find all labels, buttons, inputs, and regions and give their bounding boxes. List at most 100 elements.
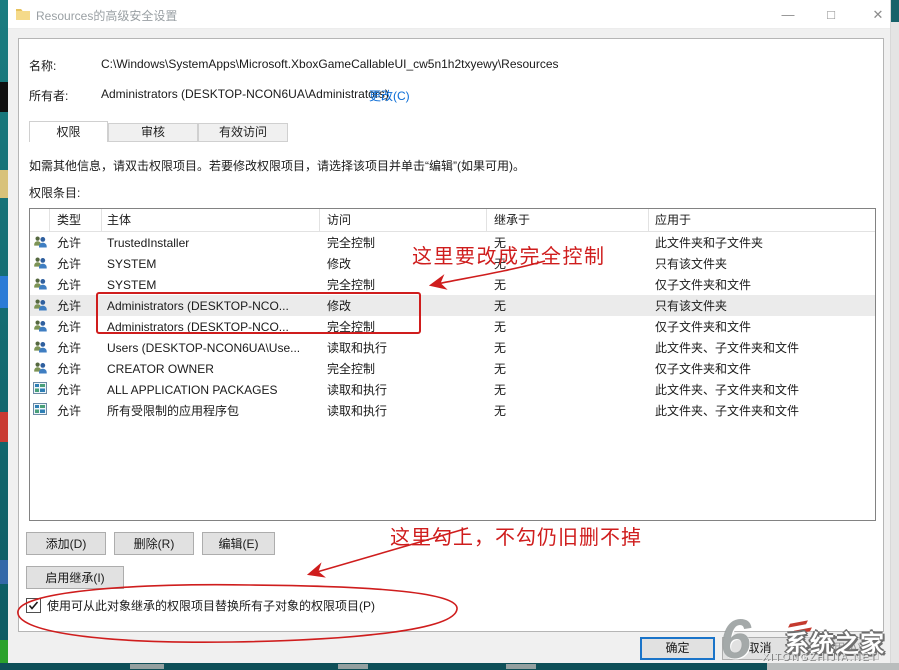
cell-principal: 所有受限制的应用程序包 [102, 402, 320, 419]
users-icon [30, 319, 50, 335]
cell-type: 允许 [50, 297, 102, 314]
list-header: 类型 主体 访问 继承于 应用于 [30, 209, 875, 232]
desktop-icon-fragment [0, 560, 8, 584]
security-panel: 名称: C:\Windows\SystemApps\Microsoft.Xbox… [18, 38, 884, 632]
cell-applies: 此文件夹、子文件夹和文件 [649, 402, 875, 419]
desktop-icon-fragment [0, 170, 8, 198]
replace-permissions-label[interactable]: 使用可从此对象继承的权限项目替换所有子对象的权限项目(P) [47, 597, 375, 614]
tab-effective-access[interactable]: 有效访问 [198, 123, 288, 142]
replace-permissions-checkbox[interactable] [26, 598, 41, 613]
minimize-button[interactable]: — [773, 6, 803, 24]
cell-inherited: 无 [487, 360, 649, 377]
permission-entry-row[interactable]: 允许Administrators (DESKTOP-NCO...完全控制无仅子文… [30, 316, 875, 337]
desktop-icon-fragment [0, 640, 8, 663]
ok-button[interactable]: 确定 [640, 637, 715, 660]
users-icon [30, 277, 50, 293]
cell-applies: 仅子文件夹和文件 [649, 318, 875, 335]
taskbar-item[interactable] [506, 664, 536, 669]
cell-principal: Users (DESKTOP-NCON6UA\Use... [102, 341, 320, 355]
cell-principal: SYSTEM [102, 278, 320, 292]
header-access[interactable]: 访问 [320, 209, 487, 231]
cell-type: 允许 [50, 255, 102, 272]
header-principal[interactable]: 主体 [102, 209, 320, 231]
taskbar[interactable] [0, 663, 899, 670]
permission-entries-label: 权限条目: [29, 184, 80, 201]
titlebar: Resources的高级安全设置 — □ ✕ [8, 0, 890, 29]
cell-applies: 只有该文件夹 [649, 255, 875, 272]
app-package-icon [30, 403, 50, 418]
cell-inherited: 无 [487, 297, 649, 314]
header-applies[interactable]: 应用于 [649, 209, 875, 231]
cell-inherited: 无 [487, 402, 649, 419]
cell-applies: 只有该文件夹 [649, 297, 875, 314]
permission-entry-row[interactable]: 允许CREATOR OWNER完全控制无仅子文件夹和文件 [30, 358, 875, 379]
cell-inherited: 无 [487, 339, 649, 356]
tab-permissions[interactable]: 权限 [29, 121, 108, 142]
permission-entry-row[interactable]: 允许SYSTEM完全控制无仅子文件夹和文件 [30, 274, 875, 295]
cell-type: 允许 [50, 360, 102, 377]
header-icon-column[interactable] [30, 209, 50, 231]
users-icon [30, 361, 50, 377]
taskbar-item[interactable] [338, 664, 368, 669]
cell-access: 修改 [320, 255, 487, 272]
cell-applies: 仅子文件夹和文件 [649, 276, 875, 293]
header-inherited[interactable]: 继承于 [487, 209, 649, 231]
cancel-button[interactable]: 取消 [722, 637, 797, 660]
cell-principal: TrustedInstaller [102, 236, 320, 250]
change-owner-link[interactable]: 更改(C) [369, 87, 410, 104]
cell-principal: Administrators (DESKTOP-NCO... [102, 299, 320, 313]
desktop-edge [0, 0, 8, 663]
cell-inherited: 无 [487, 255, 649, 272]
cell-inherited: 无 [487, 318, 649, 335]
cell-principal: SYSTEM [102, 257, 320, 271]
users-icon [30, 235, 50, 251]
taskbar-item[interactable] [130, 664, 164, 669]
cell-access: 完全控制 [320, 360, 487, 377]
add-button[interactable]: 添加(D) [26, 532, 106, 555]
app-package-icon [30, 382, 50, 397]
maximize-button[interactable]: □ [816, 6, 846, 24]
tab-auditing[interactable]: 审核 [108, 123, 198, 142]
desktop-icon-fragment [0, 412, 8, 442]
enable-inheritance-button[interactable]: 启用继承(I) [26, 566, 124, 589]
advanced-security-dialog: Resources的高级安全设置 — □ ✕ 名称: C:\Windows\Sy… [8, 0, 891, 663]
name-label: 名称: [29, 57, 56, 74]
close-button[interactable]: ✕ [863, 6, 893, 24]
apply-button[interactable]: 应用(A) [804, 637, 879, 660]
cell-applies: 此文件夹、子文件夹和文件 [649, 339, 875, 356]
window-title: Resources的高级安全设置 [36, 7, 177, 24]
cell-access: 完全控制 [320, 318, 487, 335]
permission-entry-row[interactable]: 允许所有受限制的应用程序包读取和执行无此文件夹、子文件夹和文件 [30, 400, 875, 421]
cell-access: 读取和执行 [320, 402, 487, 419]
taskbar-tray[interactable] [767, 663, 899, 670]
edit-button[interactable]: 编辑(E) [202, 532, 275, 555]
header-type[interactable]: 类型 [50, 209, 102, 231]
cell-type: 允许 [50, 318, 102, 335]
users-icon [30, 340, 50, 356]
permission-entry-row[interactable]: 允许TrustedInstaller完全控制无此文件夹和子文件夹 [30, 232, 875, 253]
cell-type: 允许 [50, 234, 102, 251]
cell-access: 读取和执行 [320, 339, 487, 356]
cell-principal: Administrators (DESKTOP-NCO... [102, 320, 320, 334]
remove-button[interactable]: 删除(R) [114, 532, 194, 555]
check-icon [27, 599, 40, 612]
permission-entry-row[interactable]: 允许Administrators (DESKTOP-NCO...修改无只有该文件… [30, 295, 875, 316]
cell-access: 完全控制 [320, 276, 487, 293]
folder-icon [15, 7, 31, 26]
cell-access: 读取和执行 [320, 381, 487, 398]
cell-applies: 仅子文件夹和文件 [649, 360, 875, 377]
users-icon [30, 298, 50, 314]
permission-entry-row[interactable]: 允许Users (DESKTOP-NCON6UA\Use...读取和执行无此文件… [30, 337, 875, 358]
owner-label: 所有者: [29, 87, 68, 104]
permission-entry-row[interactable]: 允许ALL APPLICATION PACKAGES读取和执行无此文件夹、子文件… [30, 379, 875, 400]
cell-type: 允许 [50, 339, 102, 356]
users-icon [30, 256, 50, 272]
right-window-edge [890, 0, 899, 663]
cell-type: 允许 [50, 276, 102, 293]
cell-principal: ALL APPLICATION PACKAGES [102, 383, 320, 397]
instruction-text: 如需其他信息，请双击权限项目。若要修改权限项目，请选择该项目并单击“编辑”(如果… [29, 157, 525, 174]
permission-entries-list: 类型 主体 访问 继承于 应用于 允许TrustedInstaller完全控制无… [29, 208, 876, 521]
permission-entry-row[interactable]: 允许SYSTEM修改无只有该文件夹 [30, 253, 875, 274]
cell-inherited: 无 [487, 234, 649, 251]
cell-type: 允许 [50, 381, 102, 398]
